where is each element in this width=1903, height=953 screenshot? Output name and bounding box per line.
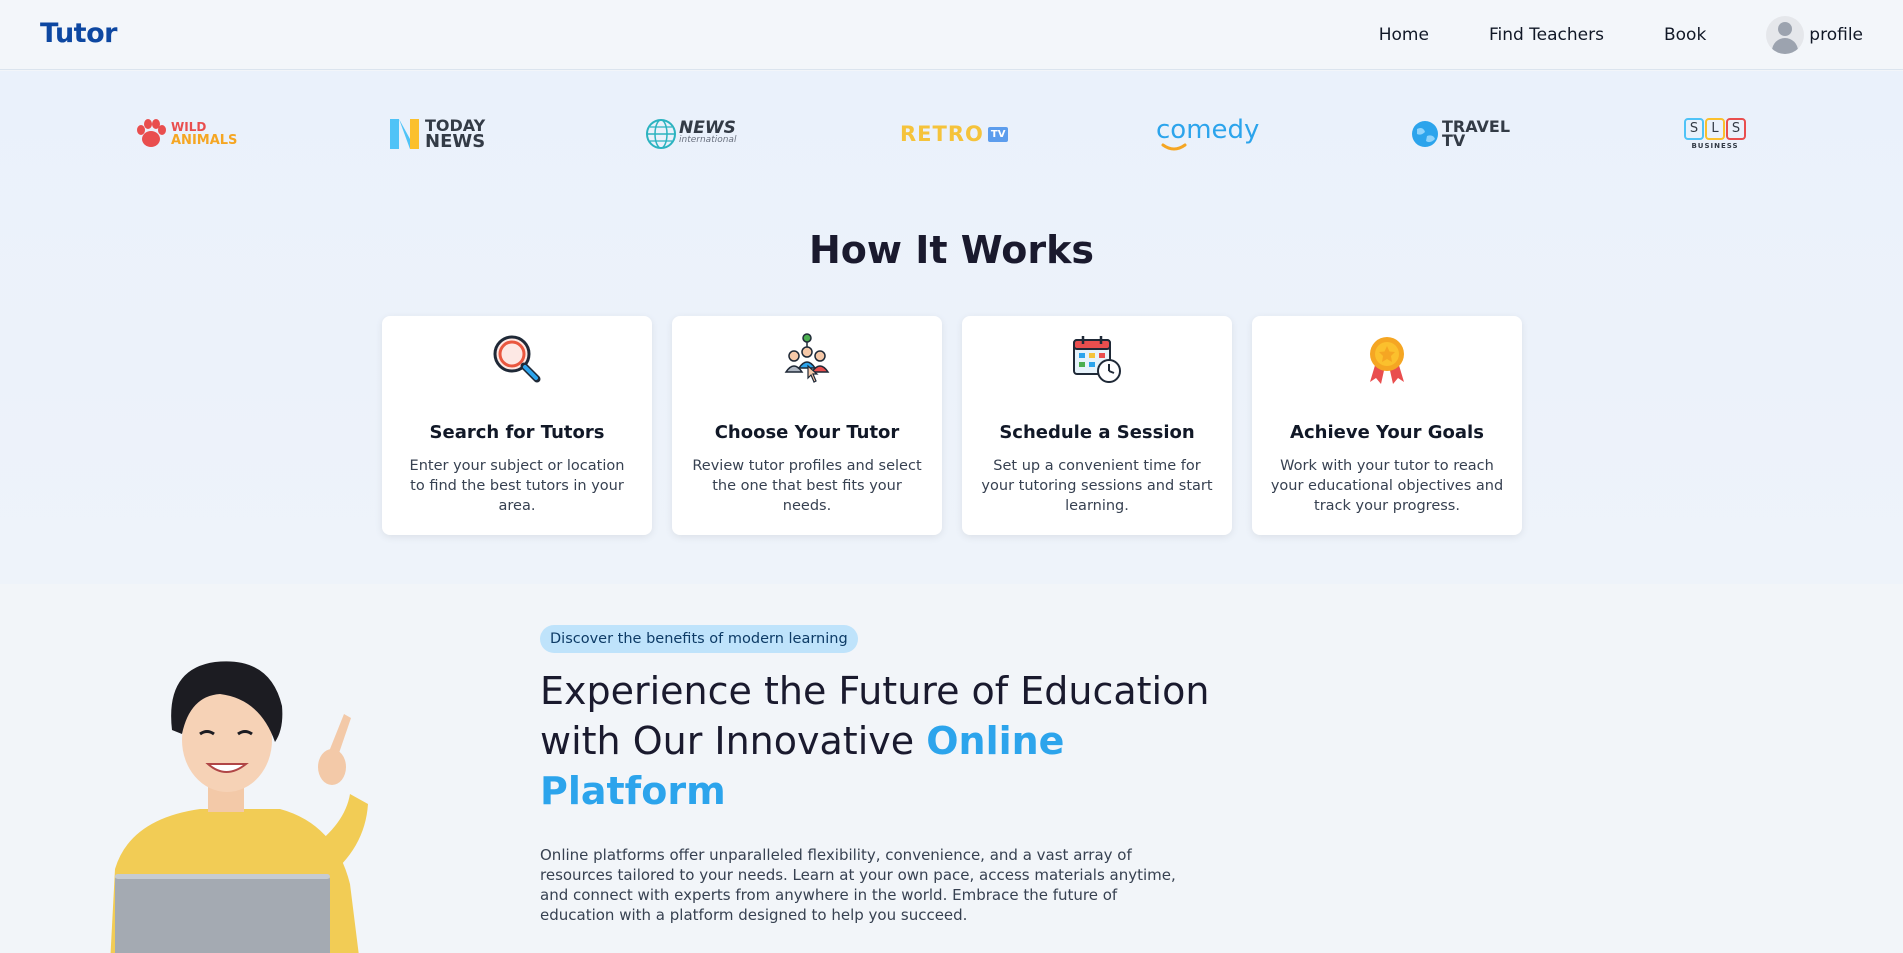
card-title: Schedule a Session <box>999 422 1195 443</box>
hero-title: Experience the Future of Education with … <box>540 666 1220 816</box>
brand-logo-retro-tv: RETRO TV <box>900 109 1009 159</box>
magnifier-icon <box>493 335 541 383</box>
hero-badge: Discover the benefits of modern learning <box>540 625 858 653</box>
brand-line: NEWS <box>425 131 486 152</box>
step-card-choose: Choose Your Tutor Review tutor profiles … <box>672 316 942 535</box>
brand-logo-comedy: comedy <box>1156 109 1259 159</box>
paw-icon <box>137 119 166 147</box>
profile-menu[interactable]: profile <box>1766 16 1863 54</box>
nav-link-book[interactable]: Book <box>1664 25 1706 45</box>
student-illustration <box>110 661 368 953</box>
card-title: Achieve Your Goals <box>1290 422 1484 443</box>
step-card-achieve: Achieve Your Goals Work with your tutor … <box>1252 316 1522 535</box>
nav-link-home[interactable]: Home <box>1379 25 1429 45</box>
nav-link-find-teachers[interactable]: Find Teachers <box>1489 25 1604 45</box>
brand-line: comedy <box>1156 115 1260 145</box>
brand-line: ANIMALS <box>171 133 238 148</box>
hero-section: Discover the benefits of modern learning… <box>0 584 1903 953</box>
card-description: Set up a convenient time for your tutori… <box>981 458 1213 514</box>
brand-logo-today-news: TODAY NEWS <box>390 109 485 159</box>
site-logo[interactable]: Tutor <box>40 18 117 49</box>
card-description: Enter your subject or location to find t… <box>409 458 625 514</box>
n-mark-icon <box>390 119 419 149</box>
brand-line: TV <box>987 126 1009 142</box>
brand-line: RETRO <box>900 122 984 146</box>
avatar[interactable] <box>1766 16 1805 54</box>
hero-title-text: Experience the Future of Education with … <box>540 669 1210 763</box>
card-description: Work with your tutor to reach your educa… <box>1270 458 1504 514</box>
brand-line: BUSINESS <box>1691 142 1739 150</box>
how-it-works-section: WILD ANIMALS TODAY NEWS NEWS internation… <box>0 71 1903 584</box>
brand-line: TV <box>1442 131 1466 150</box>
calendar-clock-icon <box>1073 336 1121 383</box>
card-description: Review tutor profiles and select the one… <box>692 458 922 514</box>
nav-links: Home Find Teachers Book profile <box>1319 0 1863 70</box>
step-card-schedule: Schedule a Session Set up a convenient t… <box>962 316 1232 535</box>
hero-description: Online platforms offer unparalleled flex… <box>540 846 1176 924</box>
medal-icon <box>1370 337 1404 384</box>
brand-line: NEWS <box>679 118 736 138</box>
globe-icon <box>1412 121 1438 147</box>
section-title: How It Works <box>808 228 1095 272</box>
brand-logo-sls-business: S L S BUSINESS <box>1684 109 1746 159</box>
brand-logo-strip: WILD ANIMALS TODAY NEWS NEWS internation… <box>0 109 1903 159</box>
globe-icon <box>646 119 676 149</box>
top-navbar: Tutor Home Find Teachers Book profile <box>0 0 1903 70</box>
brand-line: international <box>679 135 737 145</box>
smile-icon <box>1161 143 1187 151</box>
people-select-icon <box>784 333 830 383</box>
card-title: Search for Tutors <box>429 422 605 443</box>
brand-logo-wild-animals: WILD ANIMALS <box>134 109 237 159</box>
profile-label[interactable]: profile <box>1809 25 1863 45</box>
brand-logo-news-international: NEWS international <box>645 109 736 159</box>
step-card-search: Search for Tutors Enter your subject or … <box>382 316 652 535</box>
brand-logo-travel-tv: TRAVEL TV <box>1411 109 1510 159</box>
card-title: Choose Your Tutor <box>714 422 900 443</box>
